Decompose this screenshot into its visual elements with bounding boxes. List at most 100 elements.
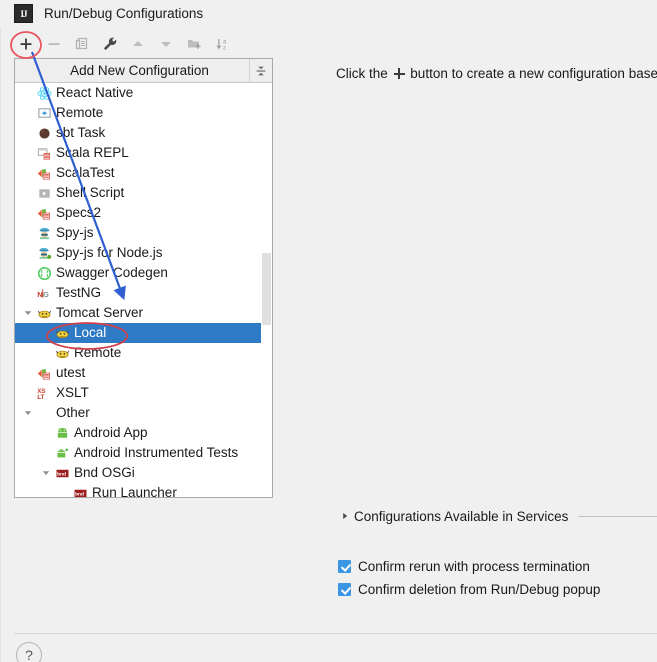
tomcat-icon <box>53 325 71 341</box>
tree-item-label: sbt Task <box>56 125 106 141</box>
move-down-button[interactable] <box>152 31 180 57</box>
collapse-all-icon <box>256 66 266 75</box>
tree-item-label: TestNG <box>56 285 102 301</box>
tree-item-label: Shell Script <box>56 185 125 201</box>
tree-item-shell-script[interactable]: Shell Script <box>15 183 272 203</box>
copy-icon <box>75 37 88 49</box>
tree-header-title: Add New Configuration <box>70 63 209 78</box>
tree-scrollbar-track[interactable] <box>261 83 272 497</box>
configuration-type-tree[interactable]: React Native Remote sbt Task Scala REPL Scal… <box>15 83 272 497</box>
tree-item-swagger-codegen[interactable]: Swagger Codegen <box>15 263 272 283</box>
window-title: Run/Debug Configurations <box>44 6 204 21</box>
configurations-toolbar: a z <box>0 29 657 58</box>
spy-js-icon <box>35 225 53 241</box>
android-tests-icon <box>53 445 71 461</box>
xslt-icon: XS LT <box>35 385 53 401</box>
intellij-idea-icon <box>14 4 33 23</box>
create-configuration-hint: Click the button to create a new configu… <box>336 66 657 81</box>
tomcat-icon <box>35 305 53 321</box>
tree-item-bnd-osgi[interactable]: bnd Bnd OSGi <box>15 463 272 483</box>
hint-text-after: button to create a new configuration bas… <box>410 66 657 81</box>
confirm-deletion-checkbox-row[interactable]: Confirm deletion from Run/Debug popup <box>338 582 600 597</box>
confirm-rerun-checkbox-row[interactable]: Confirm rerun with process termination <box>338 559 590 574</box>
svg-text:bnd: bnd <box>57 471 66 477</box>
tree-header: Add New Configuration <box>15 59 272 83</box>
tree-item-specs2[interactable]: Specs2 <box>15 203 272 223</box>
add-configuration-button[interactable] <box>12 31 40 57</box>
confirm-rerun-checkbox[interactable] <box>338 560 351 573</box>
tree-item-label: Local <box>74 325 107 341</box>
tree-item-label: ScalaTest <box>56 165 115 181</box>
scalatest-icon <box>35 165 53 181</box>
move-up-button[interactable] <box>124 31 152 57</box>
configurations-available-in-services-section[interactable]: Configurations Available in Services <box>338 507 657 525</box>
tree-item-spy-js-for-node-js[interactable]: Spy-js for Node.js <box>15 243 272 263</box>
scala-repl-icon <box>35 145 53 161</box>
tree-item-scala-repl[interactable]: Scala REPL <box>15 143 272 163</box>
svg-text:LT: LT <box>37 394 44 400</box>
tree-item-local[interactable]: Local <box>15 323 272 343</box>
specs2-icon <box>35 205 53 221</box>
tree-item-label: Swagger Codegen <box>56 265 168 281</box>
tree-item-remote[interactable]: Remote <box>15 343 272 363</box>
triangle-down-icon <box>161 41 171 47</box>
window-left-edge <box>0 0 1 662</box>
tree-item-label: Android Instrumented Tests <box>74 445 239 461</box>
plus-icon <box>20 38 32 49</box>
sbt-icon <box>35 125 53 141</box>
tree-twisty[interactable] <box>21 408 35 418</box>
tree-scrollbar-thumb[interactable] <box>262 253 271 325</box>
confirm-deletion-checkbox[interactable] <box>338 583 351 596</box>
spy-js-node-icon <box>35 245 53 261</box>
svg-text:G: G <box>43 289 49 298</box>
tree-item-spy-js[interactable]: Spy-js <box>15 223 272 243</box>
copy-configuration-button[interactable] <box>68 31 96 57</box>
tree-item-utest[interactable]: utest <box>15 363 272 383</box>
tree-twisty[interactable] <box>39 468 53 478</box>
remove-configuration-button[interactable] <box>40 31 68 57</box>
help-button[interactable]: ? <box>16 642 42 662</box>
tree-item-android-app[interactable]: Android App <box>15 423 272 443</box>
tree-item-label: Android App <box>74 425 148 441</box>
tree-item-xslt[interactable]: XS LT XSLT <box>15 383 272 403</box>
sort-az-icon: a z <box>216 38 227 51</box>
section-divider <box>578 515 657 517</box>
tree-item-react-native[interactable]: React Native <box>15 83 272 103</box>
edit-templates-button[interactable] <box>96 31 124 57</box>
bnd-icon: bnd <box>53 465 71 481</box>
tree-item-label: Remote <box>74 345 122 361</box>
hint-text-before: Click the <box>336 66 388 81</box>
svg-text:N: N <box>37 289 42 298</box>
create-folder-button[interactable] <box>180 31 208 57</box>
tree-item-sbt-task[interactable]: sbt Task <box>15 123 272 143</box>
tree-item-label: Spy-js <box>56 225 94 241</box>
tree-item-android-instrumented-tests[interactable]: Android Instrumented Tests <box>15 443 272 463</box>
collapse-all-button[interactable] <box>249 59 272 82</box>
confirm-rerun-label: Confirm rerun with process termination <box>358 559 590 574</box>
tree-item-remote[interactable]: Remote <box>15 103 272 123</box>
tree-item-other[interactable]: Other <box>15 403 272 423</box>
tree-item-label: React Native <box>56 85 134 101</box>
tomcat-icon <box>53 345 71 361</box>
tree-item-label: Bnd OSGi <box>74 465 135 481</box>
tree-item-run-launcher[interactable]: bnd Run Launcher <box>15 483 272 497</box>
triangle-up-icon <box>133 40 143 46</box>
run-debug-configurations-dialog: Run/Debug Configurations <box>0 0 657 662</box>
sort-configurations-button[interactable]: a z <box>208 31 236 57</box>
add-new-configuration-panel: Add New Configuration React Native Remote… <box>14 58 273 498</box>
plus-icon <box>393 68 405 79</box>
tree-item-label: Other <box>56 405 90 421</box>
tree-item-testng[interactable]: N G TestNG <box>15 283 272 303</box>
tree-twisty[interactable] <box>21 308 35 318</box>
shell-script-icon <box>35 185 53 201</box>
tree-item-scalatest[interactable]: ScalaTest <box>15 163 272 183</box>
testng-icon: NG <box>35 285 53 301</box>
tree-item-label: XSLT <box>56 385 89 401</box>
folder-add-icon <box>188 39 201 49</box>
no-icon <box>35 405 53 421</box>
tree-item-tomcat-server[interactable]: Tomcat Server <box>15 303 272 323</box>
tree-item-label: Run Launcher <box>92 485 177 497</box>
svg-text:bnd: bnd <box>75 491 84 497</box>
svg-text:z: z <box>223 45 226 51</box>
confirm-deletion-label: Confirm deletion from Run/Debug popup <box>358 582 601 597</box>
